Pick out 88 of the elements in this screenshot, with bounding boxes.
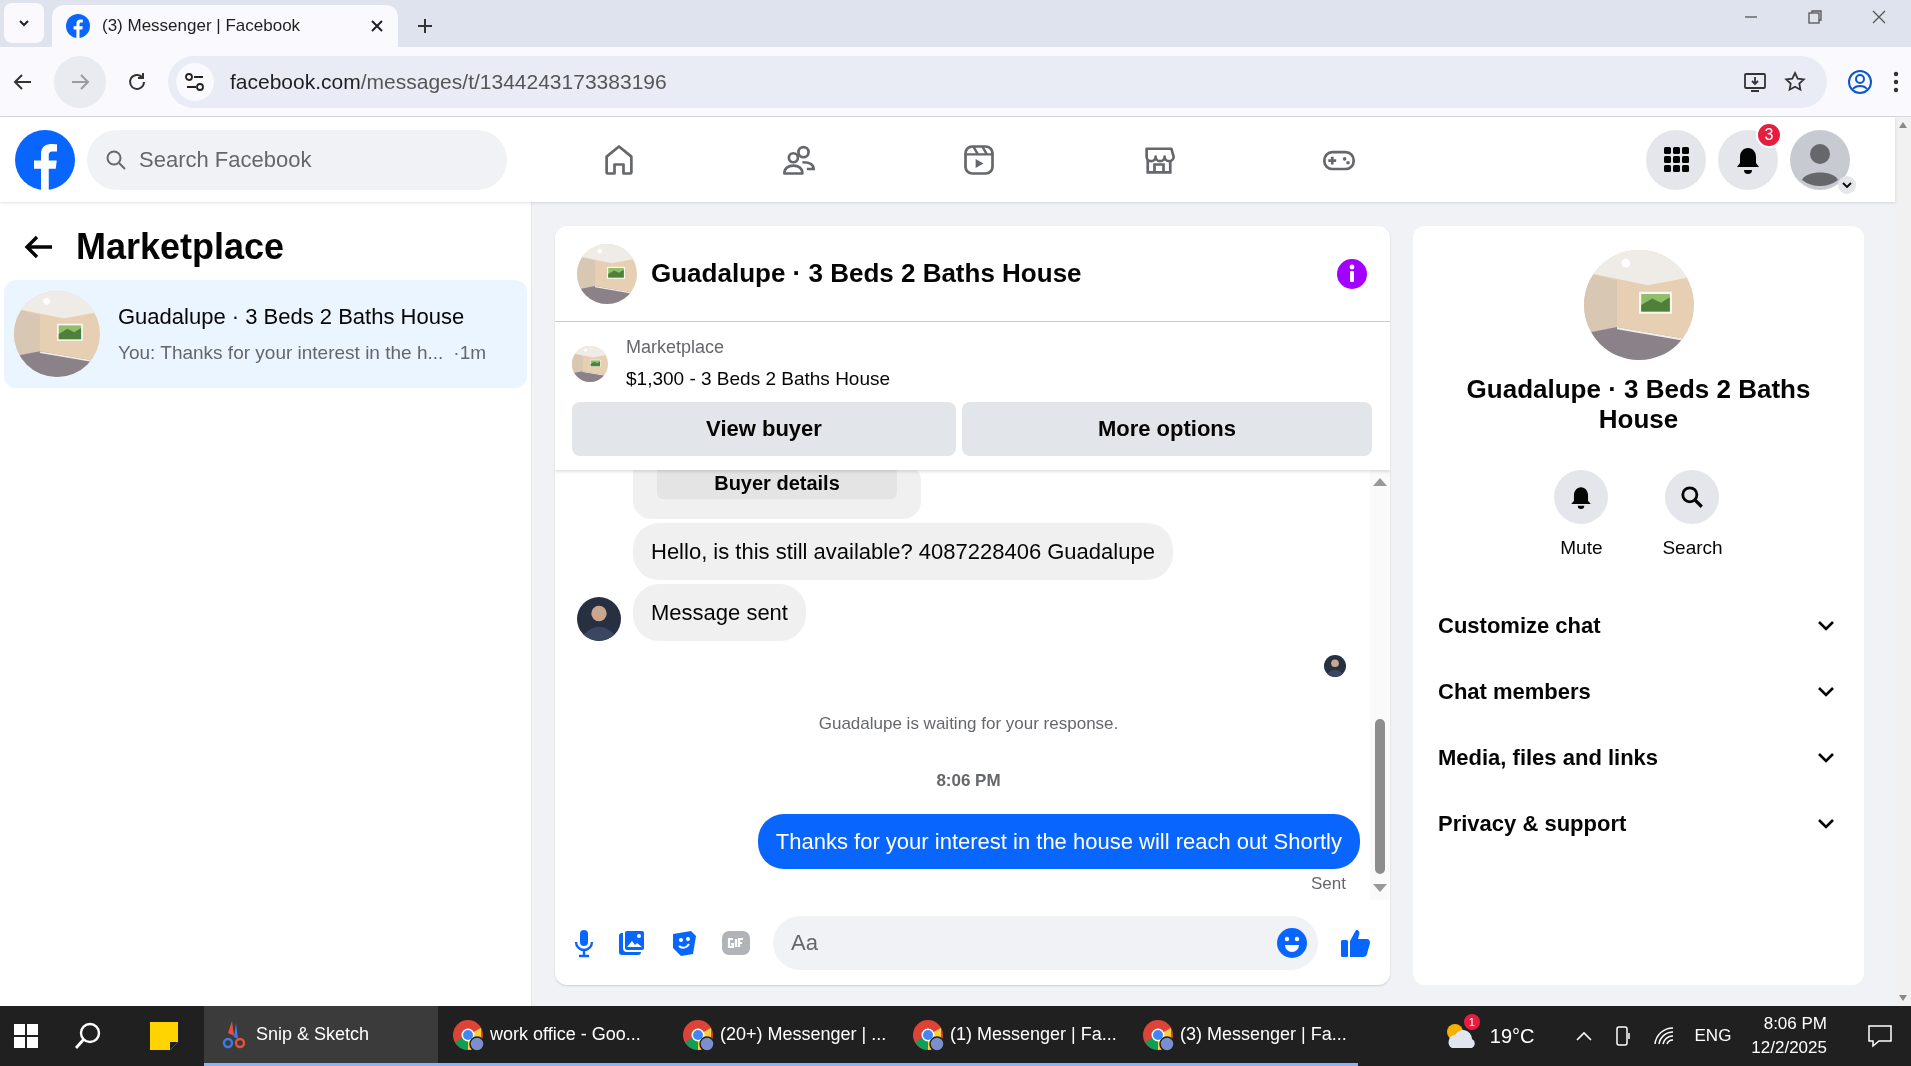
back-arrow-icon[interactable]	[24, 234, 54, 260]
new-tab-icon[interactable]	[416, 17, 434, 35]
mute-button[interactable]	[1554, 470, 1609, 524]
buyer-details-button[interactable]: Buyer details	[657, 469, 897, 499]
action-label: Search	[1662, 536, 1723, 560]
browser-icon	[452, 1018, 484, 1051]
search-button[interactable]	[1665, 470, 1720, 524]
listing-source: Marketplace	[626, 336, 726, 359]
url-text: facebook.com/messages/t/1344243173383196	[230, 68, 668, 95]
notification-badge: 3	[1756, 121, 1782, 148]
notification-center-icon[interactable]	[1867, 1024, 1893, 1048]
taskbar-app[interactable]: (20+) Messenger | ...	[668, 1006, 898, 1066]
person-avatar	[577, 596, 621, 641]
account-chevron-icon[interactable]	[1838, 175, 1856, 194]
scroll-down-icon[interactable]	[1898, 994, 1908, 1002]
notifications-button[interactable]	[1718, 129, 1778, 190]
message-preview: You: Thanks for your interest in the h...	[118, 341, 444, 366]
chat-title: Guadalupe · 3 Beds 2 Baths House	[651, 257, 1083, 290]
facebook-logo-icon[interactable]	[15, 129, 75, 190]
view-buyer-button[interactable]: View buyer	[572, 401, 956, 456]
sliders-icon	[184, 70, 206, 93]
message-input[interactable]: Aa	[773, 915, 1318, 970]
show-hidden-icons-icon[interactable]	[1574, 1030, 1593, 1042]
wifi-icon[interactable]	[1652, 1026, 1675, 1046]
message-bubble: Thanks for your interest in the house will reach out Shortly	[757, 813, 1360, 869]
search-field[interactable]: Search Facebook	[87, 129, 507, 190]
reload-icon[interactable]	[126, 70, 148, 93]
page-scrollbar[interactable]	[1895, 117, 1911, 1006]
taskbar-app[interactable]: (1) Messenger | Fa...	[898, 1006, 1128, 1066]
chat-scrollbar[interactable]	[1370, 469, 1390, 900]
address-bar[interactable]: facebook.com/messages/t/1344243173383196	[168, 55, 1827, 108]
close-icon[interactable]	[370, 19, 384, 33]
message-bubble: Message sent	[633, 583, 806, 641]
browser-icon	[912, 1018, 944, 1051]
grid-icon	[1663, 147, 1689, 172]
bookmark-star-icon[interactable]	[1783, 69, 1807, 94]
profile-icon[interactable]	[1847, 68, 1873, 95]
weather-badge: 1	[1463, 1014, 1480, 1030]
read-receipt-avatar	[1324, 654, 1346, 677]
close-window-icon[interactable]	[1871, 9, 1887, 25]
more-options-button[interactable]: More options	[962, 401, 1372, 456]
browser-icon	[682, 1018, 714, 1051]
windows-start-icon[interactable]	[14, 1024, 38, 1048]
sidebar-title: Marketplace	[76, 225, 285, 269]
scroll-down-icon[interactable]	[1373, 884, 1387, 892]
search-icon	[1679, 484, 1706, 510]
status-text: Guadalupe is waiting for your response.	[818, 712, 1119, 735]
chevron-down-icon	[1817, 619, 1835, 632]
taskbar-app[interactable]: (3) Messenger | Fa...	[1128, 1006, 1358, 1066]
conversation-item[interactable]: Guadalupe · 3 Beds 2 Baths House You: Thanks for your interest in the h... ·1m	[4, 280, 527, 388]
bell-icon	[1735, 145, 1761, 174]
scroll-up-icon[interactable]	[1373, 477, 1387, 486]
clock[interactable]: 8:06 PM 12/2/2025	[1751, 1012, 1827, 1060]
temperature[interactable]: 19°C	[1489, 1021, 1535, 1051]
emoji-icon[interactable]	[1276, 926, 1308, 959]
scroll-up-icon[interactable]	[1898, 121, 1908, 129]
site-settings-button[interactable]	[176, 62, 214, 101]
timestamp: 8:06 PM	[936, 770, 1001, 792]
listing-summary: $1,300 - 3 Beds 2 Baths House	[626, 367, 891, 391]
section-row[interactable]: Media, files and links	[1437, 724, 1840, 791]
browser-icon	[1142, 1018, 1174, 1051]
profile-avatar-icon[interactable]	[1790, 129, 1850, 190]
search-icon[interactable]	[73, 1021, 103, 1051]
sticky-note-icon[interactable]	[148, 1020, 180, 1052]
search-icon	[105, 148, 127, 171]
message-bubble: Hello, is this still available? 4087228406 Guadalupe	[633, 522, 1173, 580]
facebook-logo-icon	[66, 14, 90, 38]
browser-tab[interactable]: (3) Messenger | Facebook	[52, 5, 398, 47]
action-label: Mute	[1560, 536, 1603, 560]
taskbar-app[interactable]: Snip & Sketch	[204, 1006, 438, 1066]
section-row[interactable]: Customize chat	[1437, 592, 1840, 659]
delivery-status: Sent	[1311, 872, 1346, 895]
section-row[interactable]: Chat members	[1437, 658, 1840, 725]
message-time: ·1m	[453, 341, 487, 366]
chevron-down-icon	[1817, 817, 1835, 830]
chevron-down-icon	[1817, 685, 1835, 698]
language-indicator[interactable]: ENG	[1694, 1023, 1732, 1049]
section-row[interactable]: Privacy & support	[1437, 790, 1840, 857]
microphone-icon[interactable]	[573, 927, 595, 958]
restore-icon[interactable]	[1807, 9, 1823, 25]
details-title: Guadalupe · 3 Beds 2 Baths House	[1465, 374, 1812, 434]
taskbar-app[interactable]: work office - Goo...	[438, 1006, 668, 1066]
more-menu-icon[interactable]	[1893, 70, 1899, 93]
conversation-title: Guadalupe · 3 Beds 2 Baths House	[118, 303, 466, 332]
info-icon[interactable]	[1336, 257, 1368, 290]
tab-title: (3) Messenger | Facebook	[102, 15, 302, 38]
chevron-down-icon	[1817, 751, 1835, 764]
scrollbar-thumb[interactable]	[1375, 719, 1385, 874]
